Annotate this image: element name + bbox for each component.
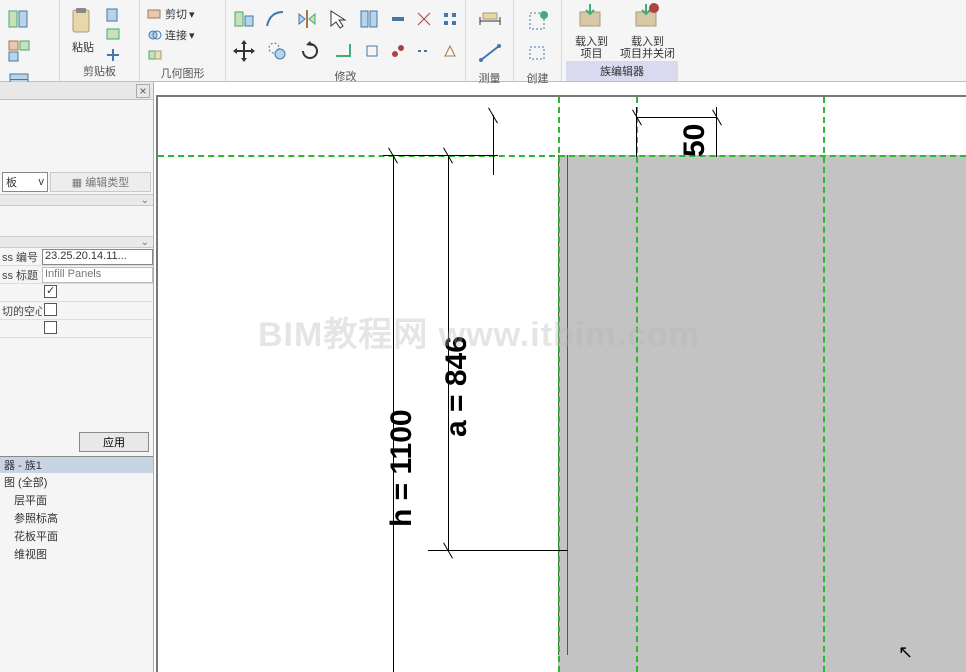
prop-btn-1[interactable]	[4, 4, 34, 34]
measure-icon-2[interactable]	[475, 38, 505, 68]
create-icon-2[interactable]	[523, 38, 553, 68]
geom-extra[interactable]	[144, 47, 221, 63]
type-selector[interactable]: 板 v	[2, 172, 48, 192]
project-browser[interactable]: 图 (全部) 层平面 参照标高 花板平面 维视图	[0, 473, 153, 563]
pb-item[interactable]: 维视图	[0, 545, 153, 563]
section-collapse-1[interactable]: ⌄	[0, 194, 153, 206]
ribbon-group-properties: 属性	[0, 0, 60, 81]
cursor-icon: ↖	[898, 642, 913, 663]
load-to-project-close-button[interactable]: 载入到 项目并关闭	[617, 2, 678, 60]
mod-icon-copy[interactable]	[263, 36, 292, 66]
project-browser-title: 器 - 族1	[0, 456, 153, 473]
prop-row-chk1	[0, 284, 153, 302]
ss-number-field[interactable]: 23.25.20.14.11...	[42, 249, 153, 265]
dim-ext-line	[636, 107, 637, 157]
mod-sm-4[interactable]	[361, 42, 383, 60]
solid-geometry[interactable]	[558, 155, 966, 672]
watermark: BIM教程网 www.itbim.com	[258, 307, 700, 356]
checkbox-1[interactable]	[44, 285, 57, 298]
dimension-h[interactable]: h = 1100	[385, 409, 419, 527]
mod-sm-1[interactable]	[387, 10, 409, 28]
ribbon-group-create: 创建	[514, 0, 562, 81]
mod-icon-align[interactable]	[230, 4, 257, 34]
ribbon-label-measure: 测量	[470, 68, 509, 88]
dim-50-line	[636, 117, 716, 118]
mod-sm-7[interactable]	[439, 42, 461, 60]
paste-button[interactable]: 粘贴	[64, 2, 102, 60]
pb-item[interactable]: 花板平面	[0, 527, 153, 545]
dropdown-icon: ▾	[189, 8, 195, 21]
dim-ext-line	[383, 155, 443, 156]
mod-icon-trim[interactable]	[328, 36, 357, 66]
mod-icon-rotate[interactable]	[296, 36, 325, 66]
ribbon-label-family-editor: 族编辑器	[566, 61, 678, 81]
edit-type-icon: ▦	[72, 176, 82, 189]
ribbon-group-clipboard: 粘贴 剪贴板	[60, 0, 140, 81]
clipboard-icon-1[interactable]	[102, 6, 124, 24]
ribbon-group-modify: 修改	[226, 0, 466, 81]
mod-icon-offset[interactable]	[261, 4, 288, 34]
dim-ext-line	[716, 107, 717, 157]
property-grid: ss 编号 23.25.20.14.11... ss 标题 Infill Pan…	[0, 248, 153, 338]
prop-row-ss-number: ss 编号 23.25.20.14.11...	[0, 248, 153, 266]
ribbon-label-create: 创建	[518, 68, 557, 88]
edit-type-button[interactable]: ▦ 编辑类型	[50, 172, 151, 192]
close-icon[interactable]: ×	[136, 84, 150, 98]
prop-row-void: 切的空心	[0, 302, 153, 320]
dropdown-icon: ▾	[189, 29, 195, 42]
cut-button[interactable]: 剪切▾	[144, 5, 221, 23]
measure-icon-1[interactable]	[475, 6, 505, 36]
mod-sm-5[interactable]	[387, 42, 409, 60]
dimension-50[interactable]: 50	[678, 124, 712, 157]
pb-item[interactable]: 层平面	[0, 491, 153, 509]
ribbon-group-geometry: 剪切▾ 连接▾ 几何图形	[140, 0, 226, 81]
pb-item[interactable]: 参照标高	[0, 509, 153, 527]
mod-icon-select[interactable]	[324, 4, 351, 34]
ribbon-label-geometry: 几何图形	[144, 63, 221, 83]
ref-plane-vertical-2[interactable]	[636, 95, 638, 672]
mod-sm-6[interactable]	[413, 42, 435, 60]
prop-row-chk3	[0, 320, 153, 338]
ribbon-group-family-editor: 载入到 项目 载入到 项目并关闭 族编辑器	[562, 0, 682, 81]
ribbon-label-modify: 修改	[230, 66, 461, 86]
ref-plane-vertical-1[interactable]	[558, 95, 560, 672]
join-button[interactable]: 连接▾	[144, 26, 221, 44]
chevron-down-icon: v	[39, 176, 45, 188]
ribbon-label-clipboard: 剪贴板	[64, 61, 135, 81]
ss-title-field[interactable]: Infill Panels	[42, 267, 153, 283]
load-to-project-button[interactable]: 载入到 项目	[566, 2, 617, 60]
ref-plane-vertical-3[interactable]	[823, 95, 825, 672]
mod-sm-2[interactable]	[413, 10, 435, 28]
ribbon-group-measure: 测量	[466, 0, 514, 81]
apply-button[interactable]: 应用	[79, 432, 149, 452]
prop-btn-2[interactable]	[4, 36, 34, 66]
ref-plane-horizontal[interactable]	[156, 155, 966, 157]
mod-icon-mirror[interactable]	[293, 4, 320, 34]
mod-icon-move[interactable]	[230, 36, 259, 66]
mod-sm-3[interactable]	[439, 10, 461, 28]
checkbox-void[interactable]	[44, 303, 57, 316]
ribbon: 属性 粘贴 剪贴板 剪切▾ 连接▾ 几何图形	[0, 0, 966, 82]
panel-titlebar: ×	[0, 82, 153, 100]
section-collapse-2[interactable]: ⌄	[0, 236, 153, 248]
mod-icon-split[interactable]	[356, 4, 383, 34]
create-icon-1[interactable]	[523, 6, 553, 36]
dim-ext-line	[428, 550, 568, 551]
checkbox-3[interactable]	[44, 321, 57, 334]
prop-row-ss-title: ss 标题 Infill Panels	[0, 266, 153, 284]
dim-witness	[493, 115, 494, 175]
pb-item[interactable]: 图 (全部)	[0, 473, 153, 491]
clipboard-icon-2[interactable]	[102, 26, 124, 44]
drawing-canvas[interactable]: 50 a = 846 h = 1100 BIM教程网 www.itbim.com…	[156, 95, 966, 672]
properties-panel: × 板 v ▦ 编辑类型 ⌄ ⌄ ss 编号 23.25.20.14.11...…	[0, 82, 154, 672]
